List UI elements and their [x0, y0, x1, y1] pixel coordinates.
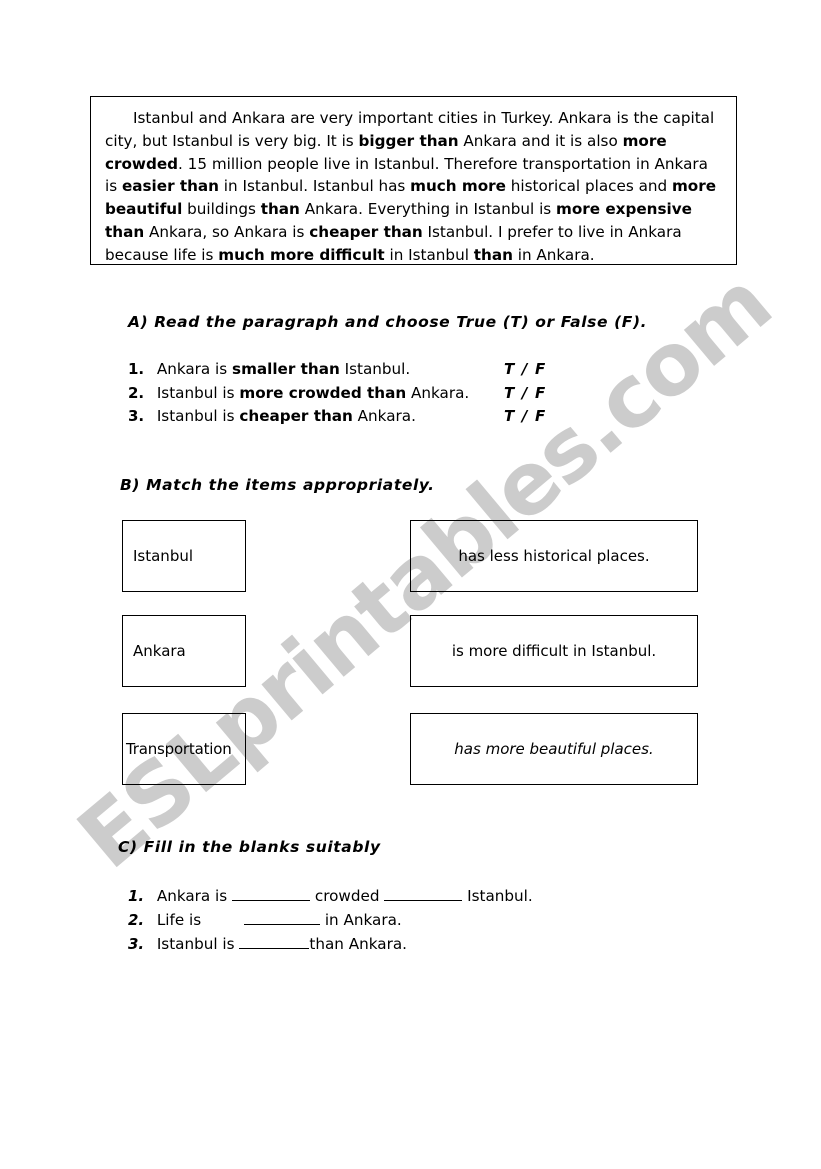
- fill-blank-text: in Ankara.: [320, 911, 402, 929]
- fill-blank-text: Istanbul is: [152, 935, 240, 953]
- fill-blank-item-number: 1.: [128, 887, 145, 905]
- matching-exercise-area: Istanbul Ankara Transportation has less his…: [0, 0, 821, 1169]
- fill-blank-text: Life is: [152, 911, 206, 929]
- fill-in-blanks-list: 1. Ankara is crowded Istanbul. 2. Life is…: [128, 884, 628, 956]
- fill-blank-item-number: 3.: [128, 935, 145, 953]
- match-right-box[interactable]: has less historical places.: [410, 520, 698, 592]
- fill-blank-item: 2. Life is in Ankara.: [128, 908, 628, 932]
- fill-blank-item: 1. Ankara is crowded Istanbul.: [128, 884, 628, 908]
- fill-blank-line[interactable]: [244, 910, 320, 925]
- match-right-box[interactable]: has more beautiful places.: [410, 713, 698, 785]
- fill-blank-text: than Ankara.: [309, 935, 407, 953]
- match-right-label: is more difficult in Istanbul.: [451, 642, 657, 660]
- match-left-label: Ankara: [133, 642, 186, 660]
- fill-blank-text: Ankara is: [152, 887, 233, 905]
- fill-blank-item-number: 2.: [128, 911, 145, 929]
- match-left-label: Istanbul: [133, 547, 194, 565]
- match-left-box[interactable]: Istanbul: [122, 520, 246, 592]
- fill-blank-text: Istanbul.: [462, 887, 533, 905]
- match-right-label: has more beautiful places.: [454, 740, 654, 758]
- match-left-box[interactable]: Ankara: [122, 615, 246, 687]
- fill-blank-item: 3. Istanbul is than Ankara.: [128, 932, 628, 956]
- section-c-heading: C) Fill in the blanks suitably: [118, 838, 381, 856]
- match-right-label: has less historical places.: [458, 547, 650, 565]
- fill-blank-line[interactable]: [239, 934, 310, 949]
- fill-blank-line[interactable]: [232, 886, 311, 901]
- match-left-label: Transportation: [126, 740, 232, 758]
- fill-blank-text: crowded: [310, 887, 385, 905]
- match-right-box[interactable]: is more difficult in Istanbul.: [410, 615, 698, 687]
- match-left-box[interactable]: Transportation: [122, 713, 246, 785]
- fill-blank-line[interactable]: [384, 886, 463, 901]
